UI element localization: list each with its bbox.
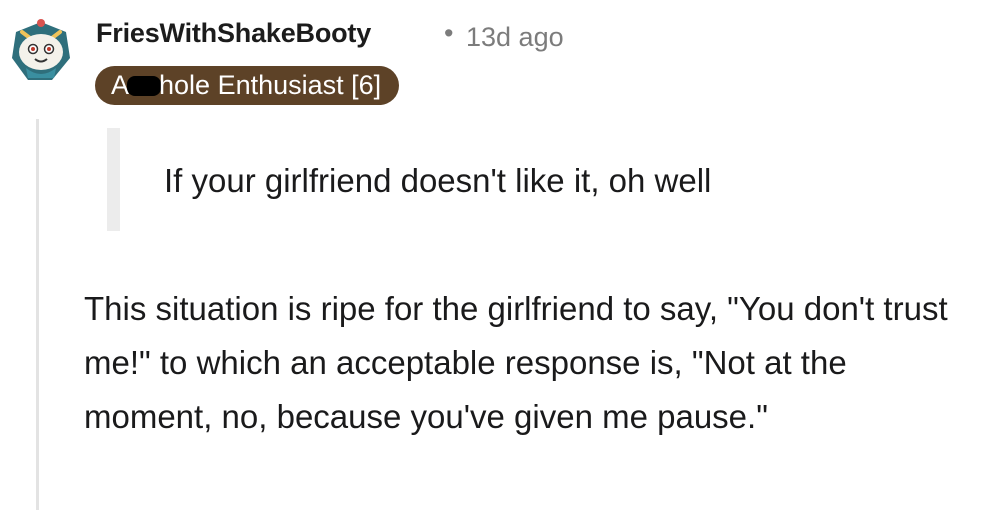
snoo-avatar-icon bbox=[12, 19, 70, 80]
user-flair-badge: Ahole Enthusiast [6] bbox=[95, 66, 400, 105]
blockquote-bar bbox=[107, 128, 120, 231]
author-username[interactable]: FriesWithShakeBooty bbox=[96, 18, 371, 49]
flair-suffix: hole Enthusiast [6] bbox=[159, 70, 382, 100]
user-avatar-icon[interactable] bbox=[8, 18, 74, 84]
redaction-mark bbox=[127, 76, 162, 96]
comment-body: This situation is ripe for the girlfrien… bbox=[84, 290, 948, 435]
comment-thread-line[interactable] bbox=[36, 119, 39, 510]
comment: FriesWithShakeBooty • 13d ago Ahole Enth… bbox=[0, 0, 991, 510]
comment-timestamp[interactable]: 13d ago bbox=[466, 22, 564, 53]
separator-dot: • bbox=[444, 18, 454, 48]
blockquote-text: If your girlfriend doesn't like it, oh w… bbox=[164, 162, 712, 199]
